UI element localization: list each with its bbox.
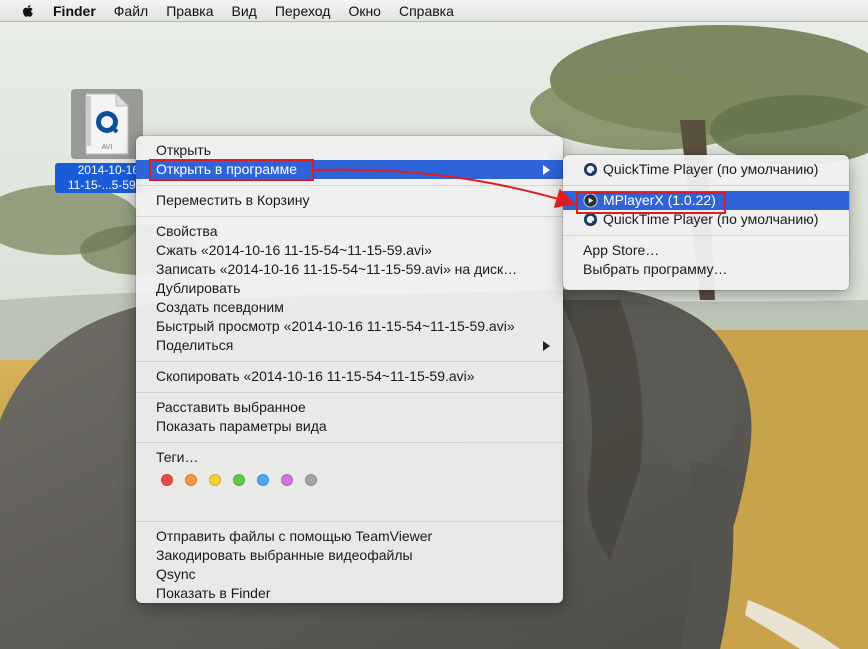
- annotation-box-open-with: [149, 159, 314, 181]
- tag-gray[interactable]: [305, 474, 317, 486]
- submenu-arrow-icon: [543, 341, 550, 351]
- tag-colors-row: [136, 467, 563, 493]
- menu-separator: [136, 185, 563, 186]
- menu-item-open[interactable]: Открыть: [136, 141, 563, 160]
- menu-item-move-to-trash[interactable]: Переместить в Корзину: [136, 191, 563, 210]
- menu-separator: [136, 442, 563, 443]
- menu-separator: [563, 185, 849, 186]
- menu-separator: [136, 392, 563, 393]
- menu-item-quick-look[interactable]: Быстрый просмотр «2014-10-16 11-15-54~11…: [136, 317, 563, 336]
- menu-item-burn[interactable]: Записать «2014-10-16 11-15-54~11-15-59.a…: [136, 260, 563, 279]
- menu-item-compress[interactable]: Сжать «2014-10-16 11-15-54~11-15-59.avi»: [136, 241, 563, 260]
- quicktime-icon: [583, 162, 598, 177]
- menu-view[interactable]: Вид: [232, 3, 257, 19]
- menu-item-duplicate[interactable]: Дублировать: [136, 279, 563, 298]
- menu-item-show-view-options[interactable]: Показать параметры вида: [136, 417, 563, 436]
- desktop-file-selection[interactable]: AVI: [71, 89, 143, 159]
- submenu-item-app-store[interactable]: App Store…: [563, 241, 849, 260]
- file-type-badge: AVI: [102, 144, 113, 151]
- menu-item-send-teamviewer[interactable]: Отправить файлы с помощью TeamViewer: [136, 527, 563, 546]
- menu-item-share[interactable]: Поделиться: [136, 336, 563, 355]
- tag-yellow[interactable]: [209, 474, 221, 486]
- menu-separator: [136, 361, 563, 362]
- tag-purple[interactable]: [281, 474, 293, 486]
- menu-spacer: [136, 493, 563, 515]
- quicktime-icon: [583, 212, 598, 227]
- menu-item-make-alias[interactable]: Создать псевдоним: [136, 298, 563, 317]
- menu-bar: Finder Файл Правка Вид Переход Окно Спра…: [0, 0, 868, 22]
- submenu-item-choose-app[interactable]: Выбрать программу…: [563, 260, 849, 279]
- menu-item-qsync[interactable]: Qsync: [136, 565, 563, 584]
- menu-item-get-info[interactable]: Свойства: [136, 222, 563, 241]
- menu-item-encode-video[interactable]: Закодировать выбранные видеофайлы: [136, 546, 563, 565]
- submenu-arrow-icon: [543, 165, 550, 175]
- menu-item-tags[interactable]: Теги…: [136, 448, 563, 467]
- menu-separator: [136, 521, 563, 522]
- menu-separator: [563, 235, 849, 236]
- menu-item-clean-up[interactable]: Расставить выбранное: [136, 398, 563, 417]
- tag-blue[interactable]: [257, 474, 269, 486]
- menu-item-copy[interactable]: Скопировать «2014-10-16 11-15-54~11-15-5…: [136, 367, 563, 386]
- menu-file[interactable]: Файл: [114, 3, 148, 19]
- tag-red[interactable]: [161, 474, 173, 486]
- apple-logo-icon[interactable]: [20, 3, 36, 19]
- menu-edit[interactable]: Правка: [166, 3, 213, 19]
- menu-finder[interactable]: Finder: [53, 3, 96, 19]
- context-menu: Открыть Открыть в программе Переместить …: [136, 136, 563, 603]
- menu-separator: [136, 216, 563, 217]
- annotation-box-mplayerx: [576, 192, 726, 214]
- menu-window[interactable]: Окно: [348, 3, 381, 19]
- menu-go[interactable]: Переход: [275, 3, 331, 19]
- open-with-submenu: QuickTime Player (по умолчанию) MPlayerX…: [563, 155, 849, 290]
- tag-orange[interactable]: [185, 474, 197, 486]
- menu-item-reveal-finder[interactable]: Показать в Finder: [136, 584, 563, 603]
- submenu-item-quicktime-default[interactable]: QuickTime Player (по умолчанию): [563, 160, 849, 179]
- menu-help[interactable]: Справка: [399, 3, 454, 19]
- tag-green[interactable]: [233, 474, 245, 486]
- desktop-file-name[interactable]: 2014-10-16 11-15-...5-59.: [55, 163, 143, 193]
- avi-file-icon[interactable]: AVI: [84, 93, 130, 155]
